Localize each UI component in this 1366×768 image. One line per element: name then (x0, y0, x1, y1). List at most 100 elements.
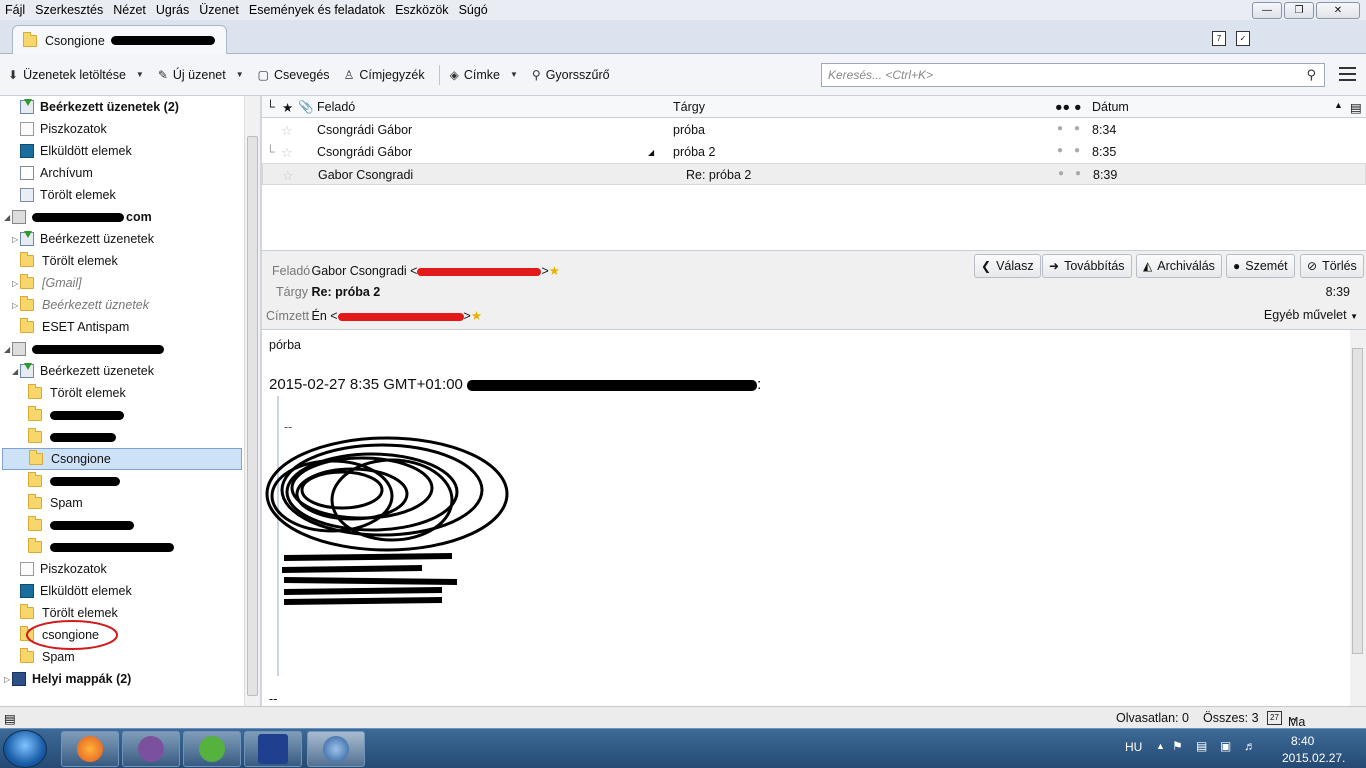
junk-dot-icon[interactable]: ● (1074, 145, 1080, 156)
taskbar-firefox[interactable] (61, 731, 119, 767)
menu-help[interactable]: Súgó (459, 3, 488, 17)
chevron-up-icon[interactable]: ▲ (1156, 741, 1165, 751)
collapse-triangle-icon[interactable]: ◢ (4, 213, 12, 222)
menu-go[interactable]: Ugrás (156, 3, 189, 17)
folder-csongione-selected[interactable]: Csongione (2, 448, 242, 470)
close-button[interactable]: ✕ (1316, 2, 1360, 19)
junk-dot-icon[interactable]: ● (1074, 123, 1080, 134)
start-button[interactable] (3, 730, 47, 768)
tab-csongione[interactable]: Csongione (12, 25, 227, 55)
folder-inbox-gray[interactable]: ▷ Beérkezett üznetek (12, 294, 149, 316)
folder-inbox[interactable]: ▷ Beérkezett üzenetek (12, 228, 154, 250)
clock-time[interactable]: 8:40 (1291, 734, 1314, 748)
attachment-column-icon[interactable]: 📎 (298, 100, 314, 115)
message-row[interactable]: ☆ Csongrádi Gábor próba ● ● 8:34 (262, 119, 1366, 141)
message-row-selected[interactable]: ☆ Gabor Csongradi Re: próba 2 ● ● 8:39 (262, 163, 1366, 185)
star-icon[interactable]: ☆ (282, 168, 294, 184)
menu-events[interactable]: Események és feladatok (249, 3, 385, 17)
folder-inbox[interactable]: Beérkezett üzenetek (2) (20, 96, 179, 118)
chevron-down-icon[interactable]: ▼ (136, 70, 144, 79)
address-book-button[interactable]: ♙ Címjegyzék (344, 68, 425, 82)
folder-trash[interactable]: Törölt elemek (28, 382, 126, 404)
folder-archive[interactable]: Archívum (20, 162, 93, 184)
account-2[interactable]: ◢ (4, 338, 164, 360)
thread-collapse-icon[interactable]: ◢ (648, 148, 654, 157)
read-dot-icon[interactable]: ● (1057, 145, 1063, 156)
read-dot-icon[interactable]: ● (1058, 168, 1064, 179)
taskbar-thunderbird[interactable] (307, 731, 365, 767)
taskbar-save[interactable] (244, 731, 302, 767)
network-icon[interactable]: ▣ (1220, 739, 1231, 753)
collapse-triangle-icon[interactable]: ◢ (4, 345, 12, 354)
folder-trash[interactable]: Törölt elemek (20, 250, 118, 272)
archive-button[interactable]: ◭ Archiválás (1136, 254, 1222, 278)
read-column-icon[interactable]: ●● (1055, 100, 1070, 114)
menu-edit[interactable]: Szerkesztés (35, 3, 103, 17)
quick-filter-button[interactable]: ⚲ Gyorsszűrő (532, 68, 610, 82)
volume-icon[interactable]: ♬ (1244, 739, 1256, 753)
account-gmail[interactable]: ◢ com (4, 206, 152, 228)
folder-eset[interactable]: ESET Antispam (20, 316, 129, 338)
message-body-scrollbar[interactable] (1350, 330, 1366, 706)
tag-button[interactable]: ◈ Címke ▼ (450, 68, 518, 82)
expand-triangle-icon[interactable]: ▷ (4, 675, 12, 684)
forward-button[interactable]: ➜ Továbbítás (1042, 254, 1132, 278)
from-value[interactable]: Gabor Csongradi < (311, 264, 417, 278)
star-icon[interactable]: ★ (549, 264, 560, 278)
expand-triangle-icon[interactable]: ▷ (12, 279, 20, 288)
minimize-button[interactable]: — (1252, 2, 1282, 19)
folder-drafts[interactable]: Piszkozatok (20, 118, 107, 140)
column-picker-icon[interactable]: ▤ (1350, 100, 1362, 115)
message-row[interactable]: └ ☆ Csongrádi Gábor ◢ próba 2 ● ● 8:35 (262, 141, 1366, 163)
menu-view[interactable]: Nézet (113, 3, 146, 17)
delete-button[interactable]: ⊘ Törlés (1300, 254, 1364, 278)
star-column-icon[interactable]: ★ (282, 100, 293, 115)
column-from[interactable]: Feladó (317, 100, 355, 114)
calendar-icon[interactable]: 7 (1212, 31, 1226, 46)
maximize-button[interactable]: ❐ (1284, 2, 1314, 19)
search-icon[interactable]: ⚲ (1306, 67, 1316, 83)
column-subject[interactable]: Tárgy (673, 100, 705, 114)
folder-spam[interactable]: Spam (28, 492, 83, 514)
to-value[interactable]: Én < (311, 309, 337, 323)
menu-message[interactable]: Üzenet (199, 3, 239, 17)
folder-sent[interactable]: Elküldött elemek (20, 580, 132, 602)
folder-redacted[interactable] (28, 404, 124, 426)
folder-drafts[interactable]: Piszkozatok (20, 558, 107, 580)
taskbar-viber[interactable] (122, 731, 180, 767)
device-icon[interactable]: ▤ (1196, 739, 1207, 753)
tasks-icon[interactable]: ✓ (1236, 31, 1250, 46)
clock-date[interactable]: 2015.02.27. (1282, 751, 1345, 765)
menu-tools[interactable]: Eszközök (395, 3, 449, 17)
reply-button[interactable]: ❮ Válasz (974, 254, 1041, 278)
star-icon[interactable]: ☆ (281, 145, 293, 161)
scrollbar-thumb[interactable] (247, 136, 258, 696)
get-mail-button[interactable]: ⬇ Üzenetek letöltése ▼ (8, 68, 144, 82)
expand-triangle-icon[interactable]: ▷ (12, 235, 20, 244)
folder-trash[interactable]: Törölt elemek (20, 184, 116, 206)
star-icon[interactable]: ★ (471, 309, 482, 323)
folder-redacted[interactable] (28, 426, 116, 448)
star-icon[interactable]: ☆ (281, 123, 293, 139)
folder-pane-scrollbar[interactable] (244, 96, 260, 706)
app-menu-icon[interactable] (1339, 67, 1356, 83)
read-dot-icon[interactable]: ● (1057, 123, 1063, 134)
folder-inbox[interactable]: ◢ Beérkezett üzenetek (12, 360, 154, 382)
other-actions-button[interactable]: Egyéb művelet ▼ (1264, 308, 1358, 322)
junk-dot-icon[interactable]: ● (1075, 168, 1081, 179)
junk-column-icon[interactable]: ● (1074, 100, 1082, 114)
chat-button[interactable]: ▢ Csevegés (258, 68, 330, 82)
scrollbar-thumb[interactable] (1352, 348, 1363, 654)
folder-redacted[interactable] (28, 514, 134, 536)
write-button[interactable]: ✎ Új üzenet ▼ (158, 68, 244, 82)
chevron-down-icon[interactable]: ▼ (236, 70, 244, 79)
folder-redacted[interactable] (28, 536, 174, 558)
language-indicator[interactable]: HU (1125, 740, 1142, 754)
collapse-triangle-icon[interactable]: ◢ (12, 367, 20, 376)
menu-file[interactable]: Fájl (5, 3, 25, 17)
thread-column-icon[interactable]: └ (266, 100, 275, 114)
expand-triangle-icon[interactable]: ▷ (12, 301, 20, 310)
junk-button[interactable]: ● Szemét (1226, 254, 1295, 278)
search-input[interactable]: Keresés... <Ctrl+K> ⚲ (821, 63, 1325, 87)
column-date[interactable]: Dátum (1092, 100, 1129, 114)
